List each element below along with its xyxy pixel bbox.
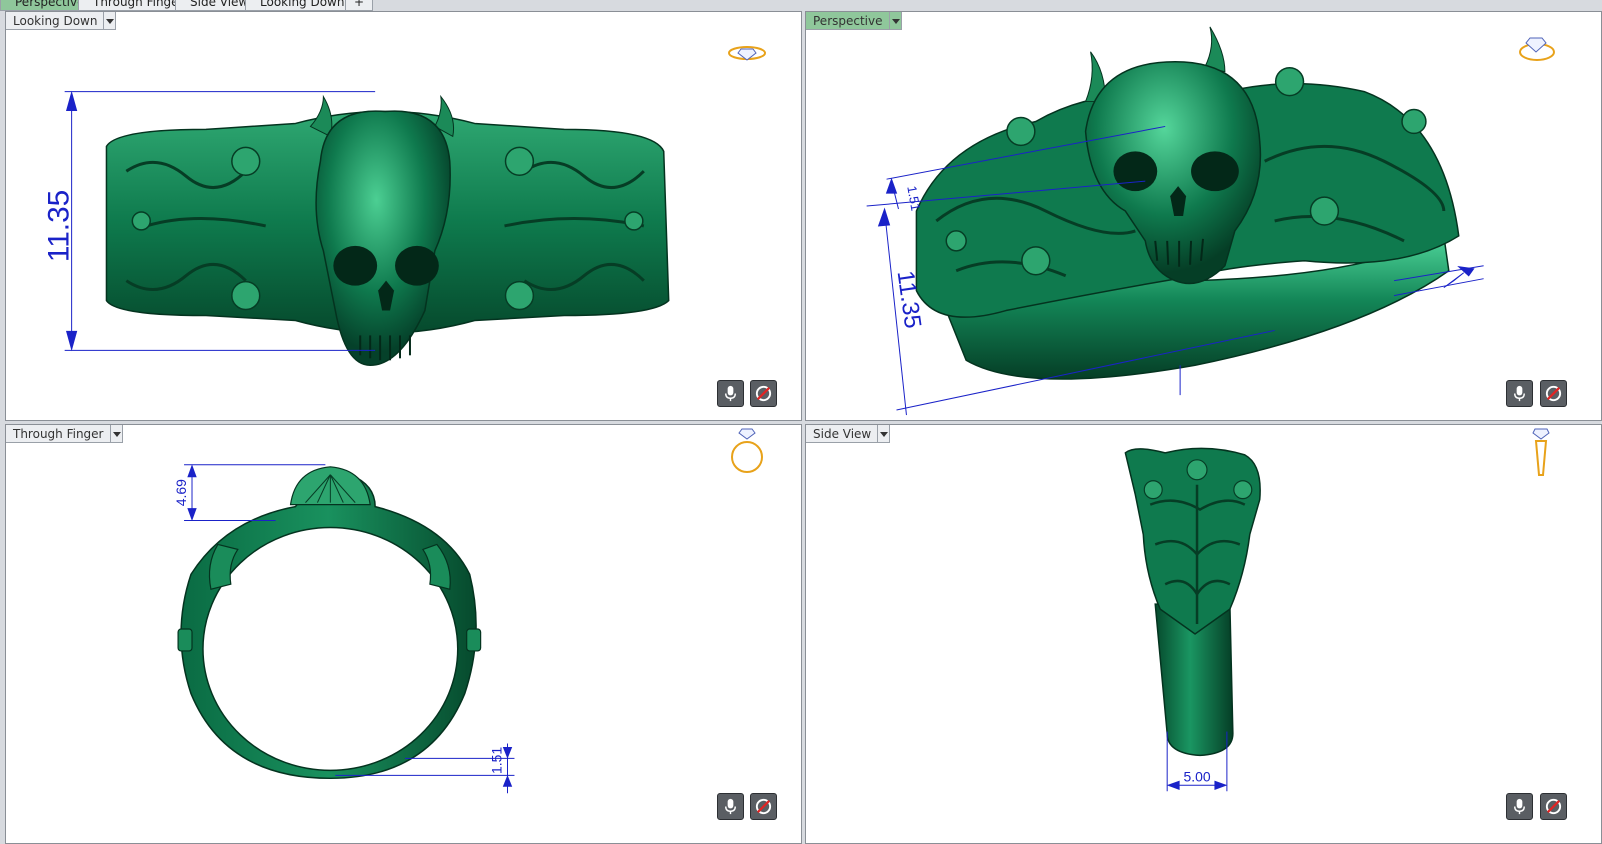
rotate-disabled-icon bbox=[1545, 798, 1562, 815]
viewport-side-view[interactable]: Side View 5.00 bbox=[805, 424, 1602, 844]
ring-model-front-view: 4.69 1.51 bbox=[173, 464, 515, 794]
microphone-button[interactable] bbox=[717, 380, 744, 407]
ring-model-perspective: 11.35 1.51 bbox=[866, 26, 1484, 416]
ring-model-top-view: 11.35 bbox=[43, 90, 670, 367]
dimension-label-bottom: 1.51 bbox=[489, 747, 505, 774]
microphone-button[interactable] bbox=[717, 793, 744, 820]
ring-side-view-icon bbox=[1532, 428, 1550, 476]
rotate-toggle-button[interactable] bbox=[1540, 380, 1567, 407]
viewport-label: Looking Down bbox=[6, 12, 117, 30]
microphone-button[interactable] bbox=[1506, 793, 1533, 820]
viewport-dropdown-button[interactable] bbox=[878, 425, 891, 443]
viewport-tab-bar: Perspective Through Finger Side View Loo… bbox=[0, 0, 1602, 11]
rotate-toggle-button[interactable] bbox=[1540, 793, 1567, 820]
rotate-toggle-button[interactable] bbox=[750, 793, 777, 820]
rotate-disabled-icon bbox=[1545, 385, 1562, 402]
viewport-looking-down[interactable]: Looking Down 11.35 bbox=[5, 11, 802, 421]
viewport-name[interactable]: Side View bbox=[806, 425, 879, 443]
microphone-icon bbox=[725, 798, 736, 815]
ring-top-view-icon bbox=[728, 46, 766, 61]
viewport-dropdown-button[interactable] bbox=[104, 12, 117, 30]
tab-looking-down[interactable]: Looking Down bbox=[245, 0, 360, 11]
viewport-dropdown-button[interactable] bbox=[110, 425, 123, 443]
dimension-label-top: 4.69 bbox=[173, 479, 189, 506]
add-tab-button[interactable]: + bbox=[345, 0, 374, 11]
viewport-label: Side View bbox=[806, 425, 891, 443]
ring-front-view-icon bbox=[731, 428, 763, 473]
viewport-perspective[interactable]: Perspective 11.35 1.51 bbox=[805, 11, 1602, 421]
rotate-toggle-button[interactable] bbox=[750, 380, 777, 407]
microphone-icon bbox=[1514, 385, 1525, 402]
dimension-label: 5.00 bbox=[1183, 768, 1210, 784]
dimension-label-small: 1.51 bbox=[904, 185, 923, 212]
viewport-through-finger[interactable]: Through Finger 4.69 1.51 bbox=[5, 424, 802, 844]
app-window: Perspective Through Finger Side View Loo… bbox=[0, 0, 1602, 844]
dimension-label: 11.35 bbox=[43, 190, 76, 262]
rotate-disabled-icon bbox=[755, 385, 772, 402]
viewport-name[interactable]: Looking Down bbox=[6, 12, 105, 30]
viewport-name[interactable]: Perspective bbox=[806, 12, 890, 30]
viewport-name[interactable]: Through Finger bbox=[6, 425, 111, 443]
microphone-icon bbox=[1514, 798, 1525, 815]
viewport-label: Perspective bbox=[806, 12, 902, 30]
viewport-label: Through Finger bbox=[6, 425, 123, 443]
ring-model-side-view: 5.00 bbox=[1124, 447, 1261, 792]
microphone-icon bbox=[725, 385, 736, 402]
ring-perspective-icon bbox=[1519, 37, 1555, 61]
viewport-dropdown-button[interactable] bbox=[889, 12, 902, 30]
microphone-button[interactable] bbox=[1506, 380, 1533, 407]
rotate-disabled-icon bbox=[755, 798, 772, 815]
